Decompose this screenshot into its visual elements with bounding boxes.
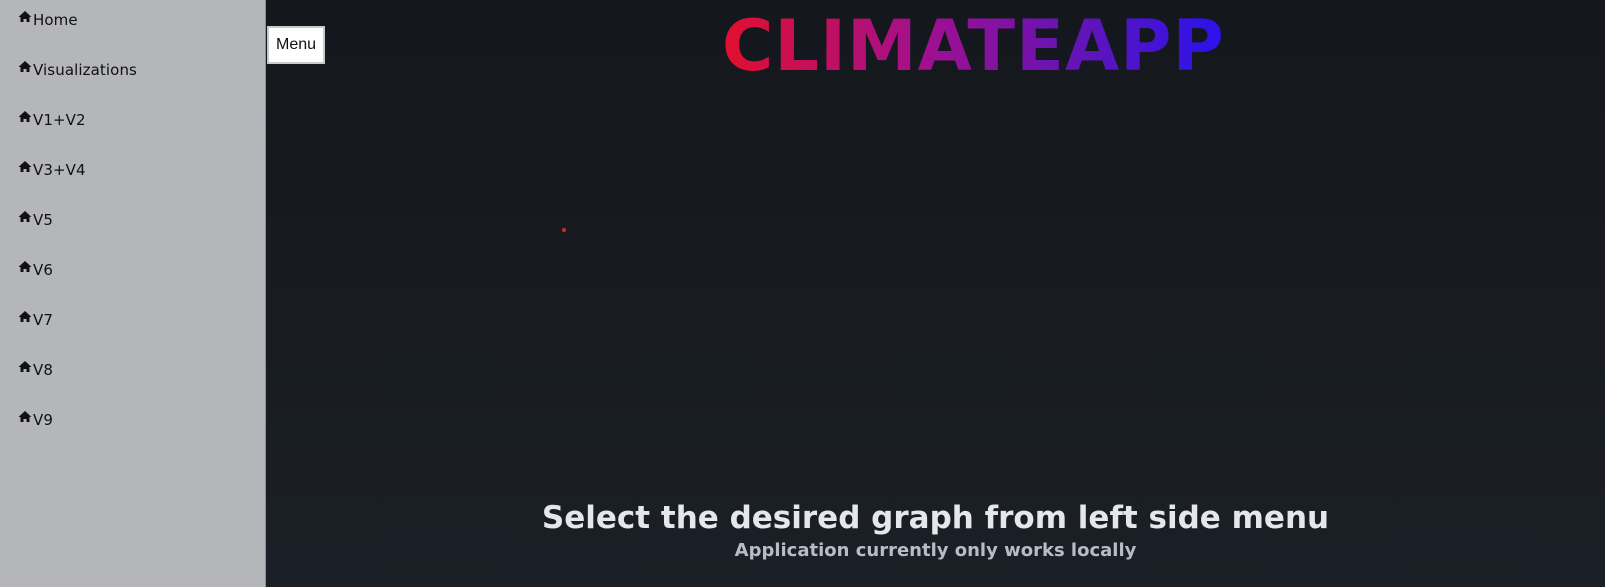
- sidebar-item-v8[interactable]: V8: [17, 361, 53, 379]
- sidebar-item-label: Visualizations: [33, 61, 137, 79]
- home-icon: [17, 309, 33, 325]
- sidebar-item-label: V8: [33, 361, 54, 379]
- sidebar-item-label: V7: [33, 311, 54, 329]
- home-icon: [17, 9, 33, 25]
- home-icon: [17, 109, 33, 125]
- sidebar-item-home[interactable]: Home: [17, 11, 78, 29]
- sidebar-item-visualizations[interactable]: Visualizations: [17, 61, 137, 79]
- sidebar-item-label: Home: [33, 11, 78, 29]
- sidebar-item-label: V3+V4: [33, 161, 86, 179]
- sidebar-item-v3-v4[interactable]: V3+V4: [17, 161, 86, 179]
- home-icon: [17, 359, 33, 375]
- sidebar-item-label: V5: [33, 211, 54, 229]
- sidebar-item-v7[interactable]: V7: [17, 311, 53, 329]
- sidebar-item-v9[interactable]: V9: [17, 411, 53, 429]
- page-subtitle: Application currently only works locally: [734, 540, 1137, 561]
- sidebar-item-v1-v2[interactable]: V1+V2: [17, 111, 86, 129]
- home-icon: [17, 209, 33, 225]
- sidebar-item-v5[interactable]: V5: [17, 211, 53, 229]
- sidebar-item-label: V9: [33, 411, 54, 429]
- sidebar-item-label: V6: [33, 261, 54, 279]
- sidebar-item-v6[interactable]: V6: [17, 261, 53, 279]
- home-icon: [17, 159, 33, 175]
- page-title: Select the desired graph from left side …: [541, 500, 1330, 536]
- home-icon: [17, 59, 33, 75]
- red-dot-marker: [562, 228, 566, 232]
- app-logo: CLIMATEAPP: [722, 2, 1225, 90]
- home-icon: [17, 409, 33, 425]
- menu-button[interactable]: Menu: [267, 26, 325, 64]
- sidebar-item-label: V1+V2: [33, 111, 86, 129]
- home-icon: [17, 259, 33, 275]
- sidebar: Home Visualizations V1+V2 V3+V4 V5 V6 V7…: [0, 0, 266, 587]
